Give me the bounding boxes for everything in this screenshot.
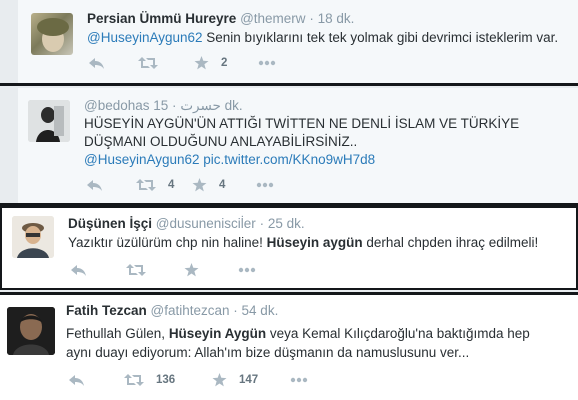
avatar[interactable]: [31, 13, 73, 55]
author-name[interactable]: Persian Ümmü Hureyre: [87, 11, 236, 26]
retweet-button[interactable]: [138, 55, 170, 71]
reply-button[interactable]: [70, 262, 87, 278]
favorite-button[interactable]: 147: [212, 372, 258, 388]
tweet-text-line: derhal chpden ihraç edilmeli!: [362, 235, 539, 250]
tweet-text: @HuseyinAygun62 Senin bıyıklarını tek te…: [87, 30, 558, 45]
tweet-text-line: Senin bıyıklarını tek tek yolmak gibi de…: [202, 30, 559, 45]
more-dots-icon: [290, 377, 308, 383]
favorite-button[interactable]: [184, 262, 211, 278]
more-button[interactable]: [256, 177, 274, 193]
more-dots-icon: [256, 182, 274, 188]
tweet-actions: 136 147: [68, 372, 308, 388]
more-button[interactable]: [290, 372, 308, 388]
more-button[interactable]: [258, 55, 276, 71]
favorite-star-icon: [194, 56, 209, 70]
reply-button[interactable]: [88, 55, 105, 71]
more-dots-icon: [258, 60, 276, 66]
highlighted-term: Hüseyin Aygün: [168, 326, 267, 341]
author-handle[interactable]: @themerw: [240, 11, 305, 26]
favorite-button[interactable]: 4: [192, 177, 225, 193]
highlighted-term: Hüseyin aygün: [266, 235, 363, 250]
author-handle[interactable]: @dusuneniscil̇er: [156, 216, 256, 231]
reply-icon: [69, 375, 84, 386]
tweet-actions: [70, 262, 290, 278]
favorite-star-icon: [192, 178, 207, 192]
avatar-image: [12, 216, 54, 258]
mention-link[interactable]: @HuseyinAygun62: [84, 152, 200, 167]
tweet-text-line: aynı duayı ediyorum: Allah'ım bize düşma…: [66, 345, 470, 360]
tweet-text-line: Fethullah Gülen,: [66, 326, 169, 341]
author-name[interactable]: Düşünen İşçi: [68, 216, 152, 231]
retweet-count: 136: [156, 374, 176, 386]
reply-button[interactable]: [86, 177, 103, 193]
reply-icon: [71, 265, 86, 276]
tweet-text-line: DÜŞMANI OLDUĞUNU ANLAYABİLİRSİNİZ..: [84, 134, 358, 149]
avatar-image: [37, 18, 69, 52]
tweet-card[interactable]: @bedohas حسرت · 15 dk. HÜSEYİN AYGÜN'ÜN …: [18, 88, 578, 203]
retweet-icon: [138, 57, 158, 69]
tweet-card[interactable]: Düşünen İşçi @dusuneniscil̇er · 25 dk. Y…: [0, 206, 578, 290]
avatar-image: [7, 307, 55, 355]
tweet-text: Fethullah Gülen, Hüseyin Aygün veya Kema…: [66, 326, 530, 341]
favorite-count: 2: [221, 57, 228, 69]
favorite-button[interactable]: 2: [194, 55, 227, 71]
timestamp[interactable]: · 54 dk.: [233, 303, 278, 318]
pic-link[interactable]: pic.twitter.com/KKno9wH7d8: [200, 152, 375, 167]
retweet-icon: [136, 179, 156, 191]
timestamp[interactable]: · 18 dk.: [309, 11, 354, 26]
timestamp[interactable]: · 25 dk.: [260, 216, 305, 231]
more-button[interactable]: [238, 262, 256, 278]
reply-icon: [87, 180, 102, 191]
reply-icon: [89, 58, 104, 69]
avatar[interactable]: [28, 100, 70, 142]
tweet-text-line: HÜSEYİN AYGÜN'ÜN ATTIĞI TWİTTEN NE DENLİ…: [84, 116, 520, 131]
favorite-star-icon: [184, 263, 199, 277]
retweet-button[interactable]: 136: [124, 372, 175, 388]
mention-link[interactable]: @HuseyinAygun62: [87, 30, 203, 45]
retweet-icon: [124, 374, 144, 386]
reply-button[interactable]: [68, 372, 85, 388]
tweet-card[interactable]: Fatih Tezcan @fatihtezcan · 54 dk. Fethu…: [0, 295, 578, 400]
tweet-text-line: veya Kemal Kılıçdaroğlu'na baktığımda he…: [266, 326, 530, 341]
favorite-count: 147: [239, 374, 259, 386]
avatar-image: [28, 100, 70, 142]
tweet-actions: 2: [88, 55, 308, 71]
tweet-text-line: Yazıktır üzülürüm chp nin haline!: [68, 235, 267, 250]
retweet-count: 4: [168, 179, 175, 191]
avatar[interactable]: [12, 216, 54, 258]
retweet-button[interactable]: 4: [136, 177, 174, 193]
retweet-button[interactable]: [126, 262, 158, 278]
author-handle[interactable]: @fatihtezcan: [151, 303, 230, 318]
tweet-card[interactable]: Persian Ümmü Hureyre @themerw · 18 dk. @…: [18, 0, 578, 83]
favorite-count: 4: [219, 179, 226, 191]
retweet-icon: [126, 264, 146, 276]
author-name[interactable]: Fatih Tezcan: [66, 303, 147, 318]
divider: [0, 83, 578, 86]
favorite-star-icon: [212, 373, 227, 387]
more-dots-icon: [238, 267, 256, 273]
tweet-text: Yazıktır üzülürüm chp nin haline! Hüseyi…: [68, 235, 538, 250]
avatar[interactable]: [7, 307, 55, 355]
tweet-actions: 4 4: [86, 177, 306, 193]
